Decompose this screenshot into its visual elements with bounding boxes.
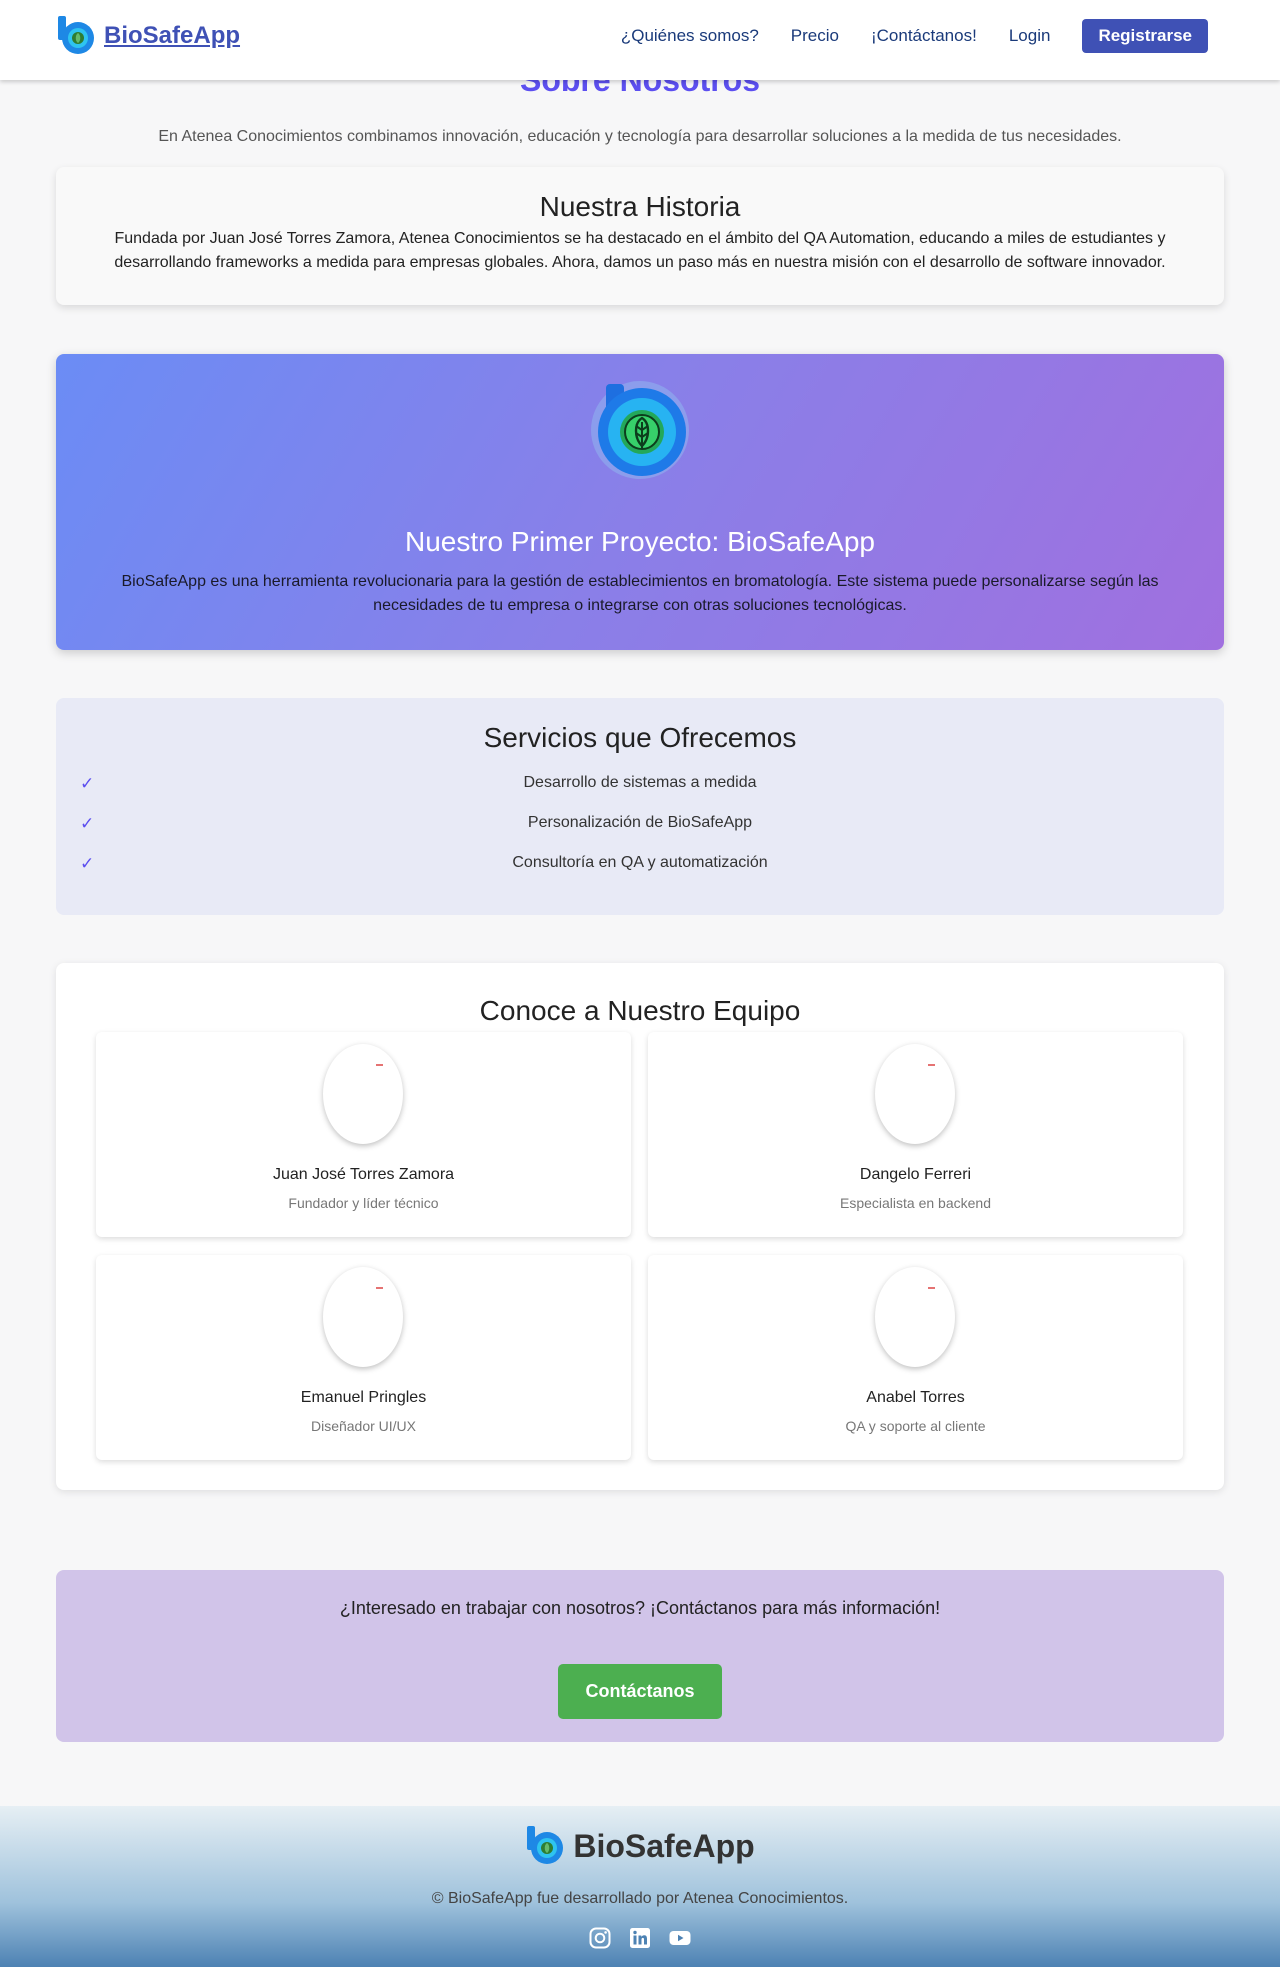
member-name: Dangelo Ferreri xyxy=(859,1166,972,1183)
services-title: Servicios que Ofrecemos xyxy=(483,722,797,753)
member-role: Fundador y líder técnico xyxy=(288,1195,439,1211)
member-role: QA y soporte al cliente xyxy=(845,1418,986,1434)
broken-image-icon xyxy=(376,1287,383,1289)
nav-link-login[interactable]: Login xyxy=(1009,26,1051,46)
avatar xyxy=(323,1267,403,1367)
page-subtitle: En Atenea Conocimientos combinamos innov… xyxy=(158,128,1122,145)
brand-name: BioSafeApp xyxy=(104,22,241,49)
footer: BioSafeApp © BioSafeApp fue desarrollado… xyxy=(0,1806,1280,1967)
footer-brand-name: BioSafeApp xyxy=(573,1827,755,1864)
footer-copyright: © BioSafeApp fue desarrollado por Atenea… xyxy=(431,1890,849,1907)
broken-image-icon xyxy=(928,1064,935,1066)
youtube-icon[interactable] xyxy=(668,1926,692,1950)
project-text: BioSafeApp es una herramienta revolucion… xyxy=(121,573,1159,614)
member-name: Juan José Torres Zamora xyxy=(272,1166,455,1183)
service-item: ✓ Personalización de BioSafeApp xyxy=(56,814,1224,838)
biosafeapp-logo-icon xyxy=(527,1826,564,1864)
linkedin-icon[interactable] xyxy=(628,1926,652,1950)
project-title: Nuestro Primer Proyecto: BioSafeApp xyxy=(405,526,875,557)
service-item: ✓ Desarrollo de sistemas a medida xyxy=(56,774,1224,798)
services-card: Servicios que Ofrecemos ✓ Desarrollo de … xyxy=(56,698,1224,915)
avatar xyxy=(875,1044,955,1144)
nav-link-contact[interactable]: ¡Contáctanos! xyxy=(871,26,977,46)
cta-card: ¿Interesado en trabajar con nosotros? ¡C… xyxy=(56,1570,1224,1742)
history-card: Nuestra Historia Fundada por Juan José T… xyxy=(56,167,1224,305)
avatar xyxy=(323,1044,403,1144)
team-card: Conoce a Nuestro Equipo Juan José Torres… xyxy=(56,963,1224,1490)
team-title: Conoce a Nuestro Equipo xyxy=(479,995,801,1026)
footer-brand: BioSafeApp xyxy=(0,1826,1280,1866)
navbar: BioSafeApp ¿Quiénes somos? Precio ¡Contá… xyxy=(0,0,1280,80)
nav-links: ¿Quiénes somos? Precio ¡Contáctanos! Log… xyxy=(589,19,1208,53)
member-role: Diseñador UI/UX xyxy=(310,1418,417,1434)
biosafeapp-logo-icon xyxy=(58,16,94,54)
member-role: Especialista en backend xyxy=(840,1195,991,1211)
project-card: Nuestro Primer Proyecto: BioSafeApp BioS… xyxy=(56,354,1224,650)
avatar xyxy=(875,1267,955,1367)
broken-image-icon xyxy=(928,1287,935,1289)
register-button[interactable]: Registrarse xyxy=(1082,19,1208,53)
instagram-icon[interactable] xyxy=(588,1926,612,1950)
history-text: Fundada por Juan José Torres Zamora, Ate… xyxy=(114,230,1166,271)
member-name: Anabel Torres xyxy=(866,1389,965,1406)
service-item: ✓ Consultoría en QA y automatización xyxy=(56,854,1224,878)
team-member-card: Anabel Torres QA y soporte al cliente xyxy=(648,1255,1183,1460)
cta-text: ¿Interesado en trabajar con nosotros? ¡C… xyxy=(339,1598,941,1618)
broken-image-icon xyxy=(376,1064,383,1066)
brand-link[interactable]: BioSafeApp xyxy=(56,16,240,56)
nav-link-pricing[interactable]: Precio xyxy=(791,26,839,46)
service-label: Desarrollo de sistemas a medida xyxy=(523,774,757,791)
contact-button[interactable]: Contáctanos xyxy=(558,1664,722,1719)
service-label: Personalización de BioSafeApp xyxy=(527,814,753,831)
member-name: Emanuel Pringles xyxy=(300,1389,427,1406)
social-links xyxy=(0,1926,1280,1950)
history-title: Nuestra Historia xyxy=(539,191,741,222)
team-member-card: Emanuel Pringles Diseñador UI/UX xyxy=(96,1255,631,1460)
team-member-card: Dangelo Ferreri Especialista en backend xyxy=(648,1032,1183,1237)
nav-link-about[interactable]: ¿Quiénes somos? xyxy=(621,26,759,46)
biosafeapp-logo-icon xyxy=(591,381,689,479)
team-member-card: Juan José Torres Zamora Fundador y líder… xyxy=(96,1032,631,1237)
service-label: Consultoría en QA y automatización xyxy=(512,854,768,871)
